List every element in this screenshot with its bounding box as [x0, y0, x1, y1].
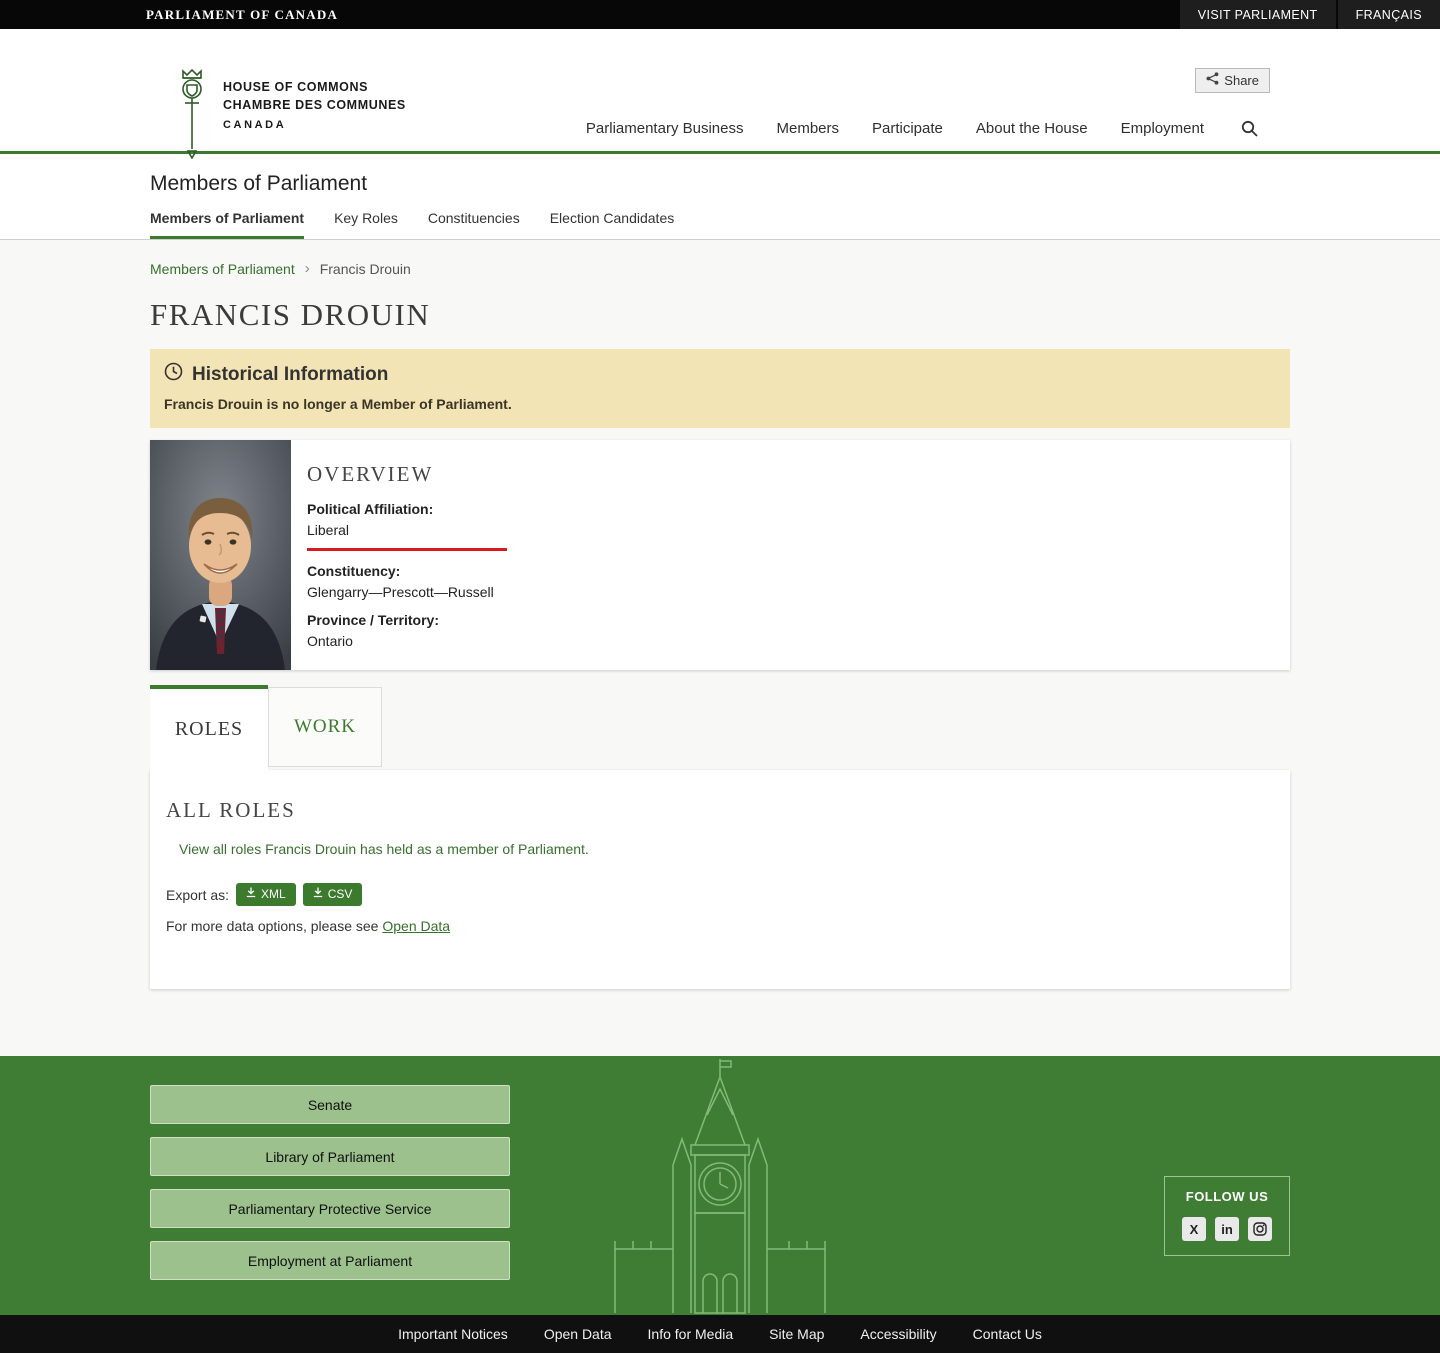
- export-xml-label: XML: [261, 887, 286, 901]
- parliament-of-canada-brand: PARLIAMENT OF CANADA: [146, 6, 339, 22]
- info-for-media-link[interactable]: Info for Media: [648, 1326, 734, 1342]
- contact-us-link[interactable]: Contact Us: [973, 1326, 1042, 1342]
- tab-work[interactable]: WORK: [268, 687, 382, 767]
- tab-members-of-parliament[interactable]: Members of Parliament: [150, 210, 305, 239]
- logo-line-canada: CANADA: [223, 119, 287, 131]
- overview-heading: OVERVIEW: [307, 462, 434, 486]
- visit-parliament-link[interactable]: VISIT PARLIAMENT: [1179, 0, 1336, 29]
- library-of-parliament-button[interactable]: Library of Parliament: [150, 1137, 510, 1176]
- instagram-icon[interactable]: [1248, 1217, 1272, 1241]
- logo-line-en: HOUSE OF COMMONS: [223, 80, 369, 94]
- important-notices-link[interactable]: Important Notices: [398, 1326, 508, 1342]
- peace-tower-illustration: [614, 1059, 826, 1314]
- section-title: Members of Parliament: [150, 172, 368, 195]
- senate-button[interactable]: Senate: [150, 1085, 510, 1124]
- logo-line-fr: CHAMBRE DES COMMUNES: [223, 97, 406, 112]
- nav-parliamentary-business[interactable]: Parliamentary Business: [586, 120, 744, 137]
- share-label: Share: [1224, 72, 1259, 88]
- open-data-link[interactable]: Open Data: [382, 918, 450, 934]
- political-affiliation-label: Political Affiliation:: [307, 501, 434, 517]
- share-button[interactable]: Share: [1195, 68, 1270, 93]
- language-toggle-francais[interactable]: FRANÇAIS: [1337, 0, 1440, 29]
- site-header: HOUSE OF COMMONS CHAMBRE DES COMMUNES CA…: [0, 29, 1440, 160]
- follow-us-label: FOLLOW US: [1185, 1189, 1269, 1204]
- breadcrumb-members-of-parliament[interactable]: Members of Parliament: [150, 261, 295, 277]
- province-label: Province / Territory:: [307, 612, 440, 628]
- export-as-label: Export as:: [166, 886, 230, 903]
- export-xml-button[interactable]: XML: [236, 883, 296, 906]
- notice-heading: Historical Information: [164, 362, 1276, 387]
- footer: Senate Library of Parliament Parliamenta…: [0, 1056, 1440, 1315]
- export-csv-label: CSV: [327, 887, 353, 901]
- site-map-link[interactable]: Site Map: [769, 1326, 824, 1342]
- employment-at-parliament-button[interactable]: Employment at Parliament: [150, 1241, 510, 1280]
- more-data-prefix: For more data options, please see: [166, 918, 379, 934]
- province-value: Ontario: [307, 633, 353, 649]
- search-icon[interactable]: [1241, 120, 1258, 137]
- content-tabs: ROLES WORK: [150, 685, 1290, 770]
- social-icons: X in: [1175, 1217, 1279, 1241]
- section-header: Members of Parliament Members of Parliam…: [0, 154, 1440, 240]
- share-icon: [1206, 72, 1219, 88]
- open-data-footer-link[interactable]: Open Data: [544, 1326, 612, 1342]
- all-roles-heading: ALL ROLES: [166, 798, 296, 822]
- nav-participate[interactable]: Participate: [872, 120, 943, 137]
- historical-information-banner: Historical Information Francis Drouin is…: [150, 349, 1290, 428]
- house-of-commons-logo[interactable]: HOUSE OF COMMONS CHAMBRE DES COMMUNES CA…: [173, 67, 406, 164]
- more-data-text: For more data options, please see Open D…: [166, 918, 1274, 934]
- export-row: Export as: XML CSV: [166, 883, 1274, 906]
- breadcrumb-current: Francis Drouin: [319, 260, 411, 277]
- nav-about-the-house[interactable]: About the House: [976, 120, 1088, 137]
- accessibility-link[interactable]: Accessibility: [860, 1326, 936, 1342]
- linkedin-icon[interactable]: in: [1215, 1217, 1239, 1241]
- house-of-commons-crest-icon: [173, 67, 211, 164]
- download-icon: [246, 887, 256, 901]
- political-affiliation-value: Liberal: [307, 522, 350, 538]
- page-title: FRANCIS DROUIN: [150, 297, 431, 332]
- parliamentary-protective-service-button[interactable]: Parliamentary Protective Service: [150, 1189, 510, 1228]
- notice-title: Historical Information: [192, 363, 389, 385]
- overview-body: OVERVIEW Political Affiliation: Liberal …: [291, 440, 527, 670]
- breadcrumb: Members of Parliament › Francis Drouin: [150, 240, 1290, 277]
- top-bar-right: VISIT PARLIAMENT FRANÇAIS: [1179, 0, 1440, 29]
- logo-wordmark: HOUSE OF COMMONS CHAMBRE DES COMMUNES CA…: [223, 67, 406, 164]
- footer-buttons: Senate Library of Parliament Parliamenta…: [150, 1085, 510, 1293]
- top-bar: PARLIAMENT OF CANADA VISIT PARLIAMENT FR…: [0, 0, 1440, 29]
- tab-constituencies[interactable]: Constituencies: [428, 210, 520, 239]
- nav-members[interactable]: Members: [776, 120, 839, 137]
- main-content: Members of Parliament › Francis Drouin F…: [0, 240, 1440, 1056]
- overview-card: OVERVIEW Political Affiliation: Liberal …: [150, 440, 1290, 670]
- main-nav: Parliamentary Business Members Participa…: [586, 120, 1258, 137]
- x-twitter-icon[interactable]: X: [1182, 1217, 1206, 1241]
- nav-employment[interactable]: Employment: [1121, 120, 1204, 137]
- view-all-roles-link[interactable]: View all roles Francis Drouin has held a…: [179, 841, 589, 857]
- download-icon: [313, 887, 323, 901]
- constituency-value: Glengarry—Prescott—Russell: [307, 584, 494, 600]
- tab-key-roles[interactable]: Key Roles: [334, 210, 398, 239]
- clock-icon: [164, 362, 183, 387]
- tab-roles[interactable]: ROLES: [150, 685, 268, 770]
- party-color-bar: [307, 548, 507, 551]
- notice-message: Francis Drouin is no longer a Member of …: [164, 396, 512, 412]
- follow-us-box: FOLLOW US X in: [1164, 1176, 1290, 1256]
- member-portrait-photo: [150, 440, 291, 670]
- all-roles-card: ALL ROLES View all roles Francis Drouin …: [150, 770, 1290, 989]
- chevron-right-icon: ›: [304, 260, 310, 277]
- export-csv-button[interactable]: CSV: [302, 883, 363, 906]
- section-tabs: Members of Parliament Key Roles Constitu…: [150, 210, 1290, 239]
- constituency-label: Constituency:: [307, 563, 401, 579]
- tab-election-candidates[interactable]: Election Candidates: [550, 210, 675, 239]
